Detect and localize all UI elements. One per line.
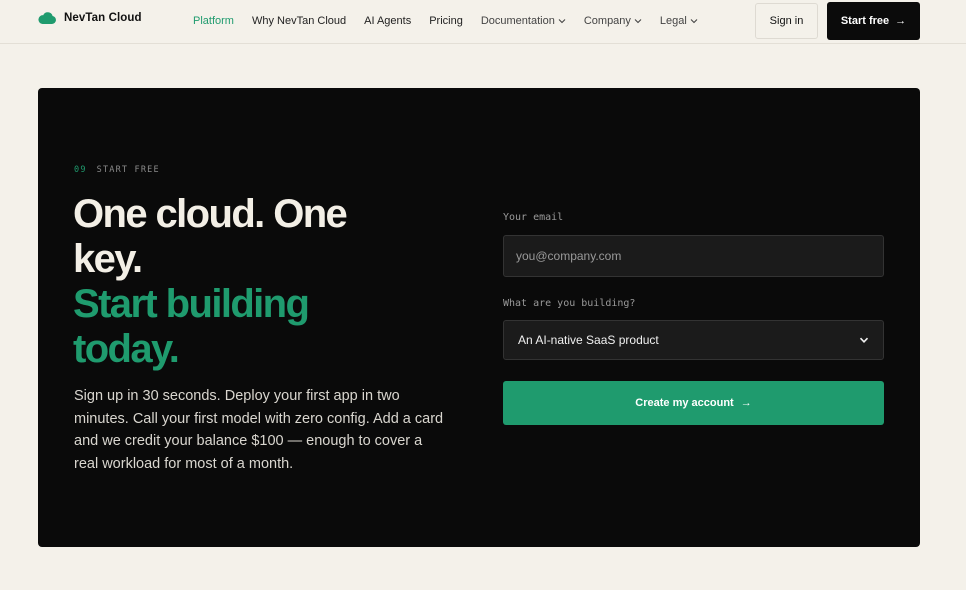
building-label: What are you building? [503, 298, 636, 309]
building-select-value: An AI-native SaaS product [518, 333, 659, 347]
brand-name: NevTan Cloud [64, 12, 142, 24]
create-account-label: Create my account [635, 397, 734, 409]
nav-ai-agents-label: AI Agents [364, 15, 412, 27]
nav-why-nevtan[interactable]: Why NevTan Cloud [252, 15, 346, 27]
email-label: Your email [503, 212, 564, 223]
nav-company[interactable]: Company [584, 15, 642, 27]
brand-logo[interactable]: NevTan Cloud [38, 12, 142, 24]
nav-ai-agents[interactable]: AI Agents [364, 15, 411, 27]
nav-platform-label: Platform [193, 15, 234, 27]
start-free-label: Start free [840, 15, 890, 27]
create-account-button[interactable]: Create my account → [503, 381, 884, 425]
main-nav: Platform Why NevTan Cloud AI Agents Pric… [193, 0, 716, 42]
email-input[interactable] [503, 235, 884, 277]
chevron-down-icon [859, 337, 869, 343]
section-eyebrow: 09 START FREE [74, 165, 160, 175]
nav-pricing-label: Pricing [429, 15, 463, 27]
headline-line-2: key. [73, 237, 143, 281]
nav-company-label: Company [583, 15, 631, 27]
chevron-down-icon [634, 19, 642, 24]
headline-line-1: One cloud. One [73, 192, 348, 236]
building-select[interactable]: An AI-native SaaS product [503, 320, 884, 360]
chevron-down-icon [558, 19, 566, 24]
nav-platform[interactable]: Platform [193, 15, 234, 27]
nav-why-nevtan-label: Why NevTan Cloud [251, 15, 347, 27]
cloud-icon [38, 12, 56, 24]
nav-pricing[interactable]: Pricing [429, 15, 463, 27]
nav-legal-label: Legal [659, 15, 687, 27]
top-navigation-bar: NevTan Cloud Platform Why NevTan Cloud A… [0, 0, 966, 44]
arrow-right-icon: → [740, 397, 752, 409]
nav-legal[interactable]: Legal [660, 15, 698, 27]
headline-green-2: today. [73, 327, 180, 371]
arrow-right-icon: → [895, 15, 907, 27]
eyebrow-number: 09 [74, 165, 87, 175]
nav-documentation-label: Documentation [480, 15, 555, 27]
sign-in-button[interactable]: Sign in [755, 3, 818, 39]
eyebrow-text: START FREE [96, 165, 160, 175]
nav-documentation[interactable]: Documentation [481, 15, 566, 27]
signup-panel: 09 START FREE One cloud. One key. Start … [38, 88, 920, 547]
hero-headline: One cloud. One key. Start building today… [73, 192, 413, 372]
chevron-down-icon [690, 19, 698, 24]
start-free-button[interactable]: Start free → [827, 2, 920, 40]
headline-green-1: Start building [73, 282, 310, 326]
hero-description: Sign up in 30 seconds. Deploy your first… [74, 388, 444, 472]
